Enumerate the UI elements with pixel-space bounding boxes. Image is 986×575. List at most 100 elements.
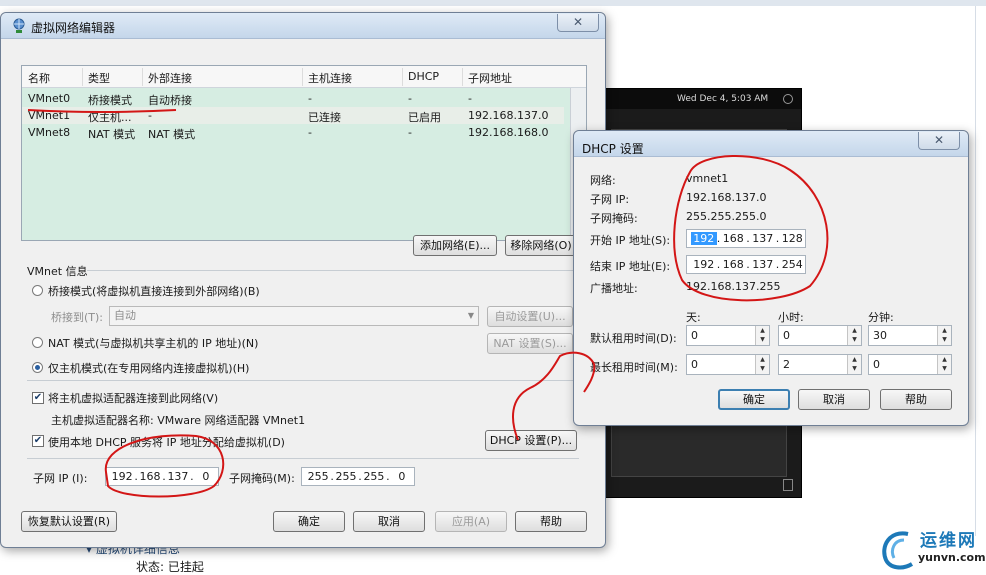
dhcp-titlebar[interactable]: DHCP 设置 ✕ — [574, 131, 968, 157]
host-only-mode-radio[interactable] — [32, 362, 43, 373]
dhcp-title: DHCP 设置 — [582, 142, 644, 156]
bridge-mode-radio[interactable] — [32, 285, 43, 296]
end-ip-input[interactable]: 192. 168. 137. 254 — [686, 255, 806, 274]
power-icon — [783, 94, 793, 104]
connect-adapter-label[interactable]: 将主机虚拟适配器连接到此网络(V) — [48, 390, 218, 406]
end-ip-label: 结束 IP 地址(E): — [590, 260, 671, 273]
cancel-button[interactable]: 取消 — [353, 511, 425, 532]
subnet-ip-label: 子网 IP (I): — [33, 472, 88, 485]
dhcp-ok-button[interactable]: 确定 — [718, 389, 790, 410]
column-header-name[interactable]: 名称 — [28, 70, 50, 86]
chevron-up-icon: ▲ — [760, 327, 765, 334]
dhcp-close-button[interactable]: ✕ — [918, 132, 960, 150]
watermark-site: yunvn.com — [918, 551, 986, 564]
bridge-to-label: 桥接到(T): — [51, 311, 104, 324]
auto-settings-button[interactable]: 自动设置(U)... — [487, 306, 573, 327]
editor-titlebar[interactable]: 虚拟网络编辑器 ✕ — [1, 13, 605, 39]
stepper-value: 0 — [691, 329, 698, 342]
stepper-arrows[interactable]: ▲ ▼ — [847, 355, 861, 374]
ip-octet: 254 — [781, 258, 803, 271]
dhcp-help-button[interactable]: 帮助 — [880, 389, 952, 410]
column-header-host[interactable]: 主机连接 — [308, 70, 352, 86]
network-globe-icon — [13, 18, 25, 33]
background-top-strip — [0, 0, 986, 6]
max-lease-hours-stepper[interactable]: 2 ▲ ▼ — [778, 354, 862, 375]
use-dhcp-label[interactable]: 使用本地 DHCP 服务将 IP 地址分配给虚拟机(D) — [48, 434, 285, 450]
stepper-arrows[interactable]: ▲ ▼ — [937, 355, 951, 374]
bridge-to-select[interactable]: 自动 ▼ — [109, 306, 479, 326]
cell-name: VMnet1 — [28, 109, 71, 122]
restore-defaults-button[interactable]: 恢复默认设置(R) — [21, 511, 117, 532]
stepper-value: 2 — [783, 358, 790, 371]
editor-close-button[interactable]: ✕ — [557, 14, 599, 32]
table-row-vmnet8[interactable]: VMnet8 NAT 模式 NAT 模式 - - 192.168.168.0 — [22, 124, 564, 141]
dhcp-settings-button[interactable]: DHCP 设置(P)... — [485, 430, 577, 451]
nat-mode-label[interactable]: NAT 模式(与虚拟机共享主机的 IP 地址)(N) — [48, 335, 258, 351]
ip-octet: 168 — [722, 232, 744, 245]
ip-octet: 168 — [722, 258, 744, 271]
start-ip-label: 开始 IP 地址(S): — [590, 234, 671, 247]
cell-type: NAT 模式 — [88, 128, 136, 141]
ip-octet: 128 — [781, 232, 803, 245]
default-lease-days-stepper[interactable]: 0 ▲ ▼ — [686, 325, 770, 346]
use-dhcp-checkbox[interactable]: ✔ — [32, 435, 44, 447]
column-header-dhcp[interactable]: DHCP — [408, 70, 439, 83]
column-header-type[interactable]: 类型 — [88, 70, 110, 86]
stepper-value: 0 — [783, 329, 790, 342]
cell-external: NAT 模式 — [148, 128, 196, 141]
apply-button[interactable]: 应用(A) — [435, 511, 507, 532]
nat-mode-radio[interactable] — [32, 337, 43, 348]
subnet-ip-input[interactable]: 192. 168. 137. 0 — [105, 467, 219, 486]
cell-name: VMnet0 — [28, 92, 71, 105]
stepper-arrows[interactable]: ▲ ▼ — [755, 326, 769, 345]
dhcp-cancel-button[interactable]: 取消 — [798, 389, 870, 410]
dhcp-subnet-ip-value: 192.168.137.0 — [686, 191, 767, 204]
ip-octet: 137 — [167, 470, 189, 483]
stepper-value: 0 — [691, 358, 698, 371]
table-row-vmnet0[interactable]: VMnet0 桥接模式 自动桥接 - - - — [22, 90, 564, 107]
host-only-mode-label[interactable]: 仅主机模式(在专用网络内连接虚拟机)(H) — [48, 360, 249, 376]
chevron-down-icon: ▼ — [760, 336, 765, 343]
subnet-mask-input[interactable]: 255. 255. 255. 0 — [301, 467, 415, 486]
hours-header: 小时: — [778, 311, 804, 324]
bridge-mode-label[interactable]: 桥接模式(将虚拟机直接连接到外部网络)(B) — [48, 283, 260, 299]
remove-network-button[interactable]: 移除网络(O) — [505, 235, 577, 256]
max-lease-minutes-stepper[interactable]: 0 ▲ ▼ — [868, 354, 952, 375]
vm-status-text: 状态: 已挂起 — [136, 560, 204, 574]
nat-settings-button[interactable]: NAT 设置(S)... — [487, 333, 573, 354]
column-header-subnet[interactable]: 子网地址 — [468, 70, 512, 86]
ip-octet: 137 — [752, 232, 774, 245]
ip-octet: 255 — [307, 470, 329, 483]
chevron-down-icon: ▼ — [852, 365, 857, 372]
dhcp-subnet-ip-label: 子网 IP: — [590, 193, 630, 206]
cell-subnet: - — [468, 92, 472, 105]
start-ip-input[interactable]: 192. 168. 137. 128 — [686, 229, 806, 248]
column-separator — [82, 68, 83, 86]
connect-adapter-checkbox[interactable]: ✔ — [32, 392, 44, 404]
watermark-brand: 运维网 — [920, 531, 977, 551]
add-network-button[interactable]: 添加网络(E)... — [413, 235, 497, 256]
column-header-external[interactable]: 外部连接 — [148, 70, 192, 86]
max-lease-days-stepper[interactable]: 0 ▲ ▼ — [686, 354, 770, 375]
table-row-vmnet1[interactable]: VMnet1 仅主机... - 已连接 已启用 192.168.137.0 — [22, 107, 564, 124]
chevron-up-icon: ▲ — [852, 356, 857, 363]
ok-button[interactable]: 确定 — [273, 511, 345, 532]
adapter-name-text: 主机虚拟适配器名称: VMware 网络适配器 VMnet1 — [51, 414, 306, 427]
chevron-up-icon: ▲ — [852, 327, 857, 334]
chevron-down-icon: ▼ — [760, 365, 765, 372]
ip-octet: 168 — [139, 470, 161, 483]
group-separator — [27, 380, 579, 381]
trash-icon — [783, 479, 793, 491]
editor-title: 虚拟网络编辑器 — [31, 21, 116, 35]
stepper-arrows[interactable]: ▲ ▼ — [755, 355, 769, 374]
default-lease-hours-stepper[interactable]: 0 ▲ ▼ — [778, 325, 862, 346]
bridge-to-value: 自动 — [114, 309, 136, 322]
column-separator — [142, 68, 143, 86]
chevron-down-icon: ▼ — [852, 336, 857, 343]
days-header: 天: — [686, 311, 701, 324]
help-button[interactable]: 帮助 — [515, 511, 587, 532]
stepper-arrows[interactable]: ▲ ▼ — [847, 326, 861, 345]
default-lease-minutes-stepper[interactable]: 30 ▲ ▼ — [868, 325, 952, 346]
stepper-arrows[interactable]: ▲ ▼ — [937, 326, 951, 345]
group-separator — [87, 270, 579, 271]
